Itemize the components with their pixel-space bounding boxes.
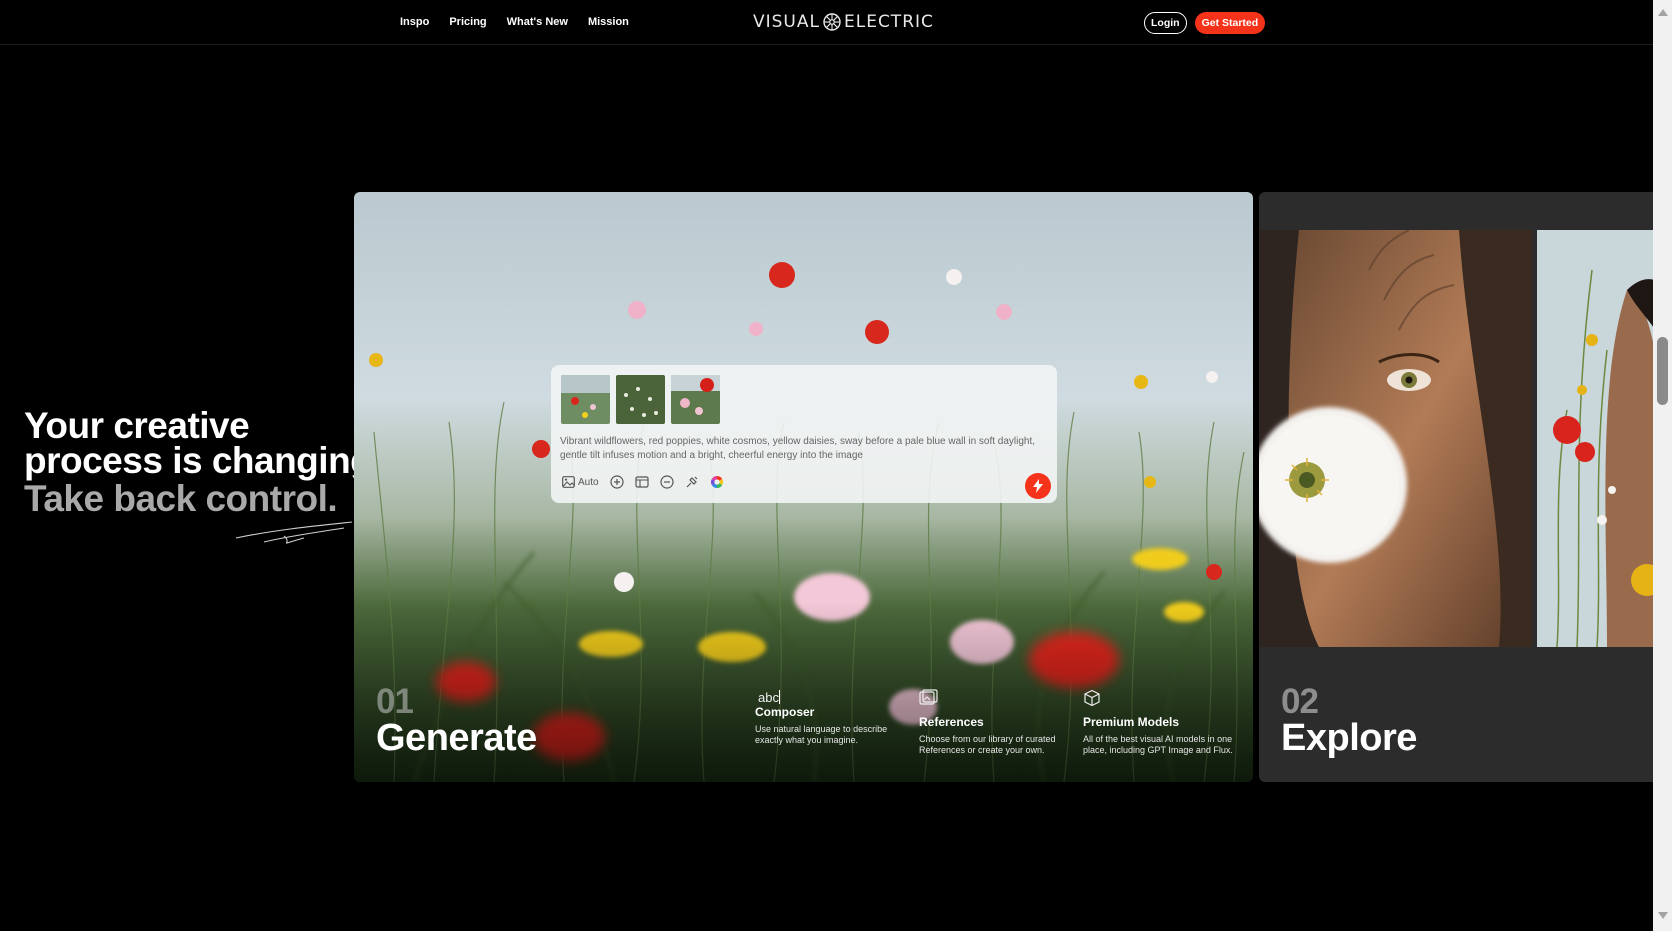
lightning-icon — [1033, 479, 1043, 493]
portrait-flowers-image[interactable] — [1537, 230, 1653, 647]
nav-link-pricing[interactable]: Pricing — [449, 16, 486, 28]
composer-toolbar: Auto — [562, 475, 724, 489]
typed-text-input[interactable]: abc — [758, 690, 780, 705]
reference-thumbnails — [561, 375, 720, 424]
scrollbar-thumb[interactable] — [1657, 337, 1668, 405]
feature-title: Premium Models — [1083, 715, 1180, 729]
layout-icon[interactable] — [634, 475, 649, 489]
nav-link-mission[interactable]: Mission — [588, 16, 629, 28]
feature-composer: Composer Use natural language to describ… — [755, 705, 905, 746]
feature-references: References Choose from our library of cu… — [919, 688, 1069, 756]
generate-button[interactable] — [1025, 473, 1051, 499]
hero-line-2: process is changing. — [24, 440, 354, 481]
prompt-text[interactable]: Vibrant wildflowers, red poppies, white … — [560, 435, 1048, 463]
typed-text: abc — [758, 690, 779, 705]
hero-line-1: Your creative — [24, 408, 250, 446]
cube-icon — [1084, 689, 1100, 707]
section-title: Generate — [376, 717, 537, 759]
feature-description: All of the best visual AI models in one … — [1083, 734, 1233, 755]
nav-link-inspo[interactable]: Inspo — [400, 16, 429, 28]
scribble-underline-icon — [235, 521, 353, 544]
composer-panel[interactable]: Vibrant wildflowers, red poppies, white … — [551, 365, 1057, 503]
reference-thumbnail-2[interactable] — [616, 375, 665, 424]
explore-card[interactable]: 02 Explore — [1259, 192, 1653, 782]
brand-logo[interactable]: VISUAL ELECTRIC — [753, 12, 934, 32]
section-number: 02 — [1281, 682, 1319, 721]
logo-mark-icon — [823, 13, 841, 31]
top-navigation: Inspo Pricing What's New Mission VISUAL … — [0, 0, 1653, 45]
feature-premium-models: Premium Models All of the best visual AI… — [1083, 688, 1233, 756]
section-title: Explore — [1281, 717, 1417, 759]
image-icon — [562, 476, 575, 488]
scroll-down-arrow-icon[interactable] — [1658, 912, 1668, 919]
page-scrollbar[interactable] — [1653, 0, 1672, 931]
nav-links: Inspo Pricing What's New Mission — [400, 16, 629, 28]
logo-text-left: VISUAL — [753, 12, 820, 32]
login-button[interactable]: Login — [1144, 12, 1187, 34]
minus-circle-icon[interactable] — [659, 475, 674, 489]
generate-card[interactable]: Vibrant wildflowers, red poppies, white … — [354, 192, 1253, 782]
hero-line-3: Take back control. — [24, 478, 338, 519]
text-caret — [778, 690, 780, 704]
portrait-poppy-image[interactable] — [1259, 230, 1532, 647]
reference-thumbnail-1[interactable] — [561, 375, 610, 424]
feature-description: Use natural language to describe exactly… — [755, 724, 888, 745]
feature-title: Composer — [755, 705, 815, 719]
reference-thumbnail-3[interactable] — [671, 375, 720, 424]
logo-text-right: ELECTRIC — [843, 12, 934, 32]
feature-description: Choose from our library of curated Refer… — [919, 734, 1056, 755]
scroll-up-arrow-icon[interactable] — [1658, 9, 1668, 16]
add-circle-icon[interactable] — [609, 475, 624, 489]
references-icon — [919, 689, 938, 705]
auto-label: Auto — [578, 476, 599, 488]
feature-title: References — [919, 715, 984, 729]
auto-aspect-tool[interactable]: Auto — [562, 476, 599, 488]
nav-actions: Login Get Started — [1144, 12, 1266, 34]
style-icon[interactable] — [685, 475, 699, 489]
color-wheel-icon[interactable] — [710, 475, 724, 489]
hero-headline: Your creative process is changing. Take … — [24, 408, 354, 558]
get-started-button[interactable]: Get Started — [1194, 12, 1266, 34]
nav-link-whats-new[interactable]: What's New — [507, 16, 568, 28]
section-number: 01 — [376, 682, 414, 721]
